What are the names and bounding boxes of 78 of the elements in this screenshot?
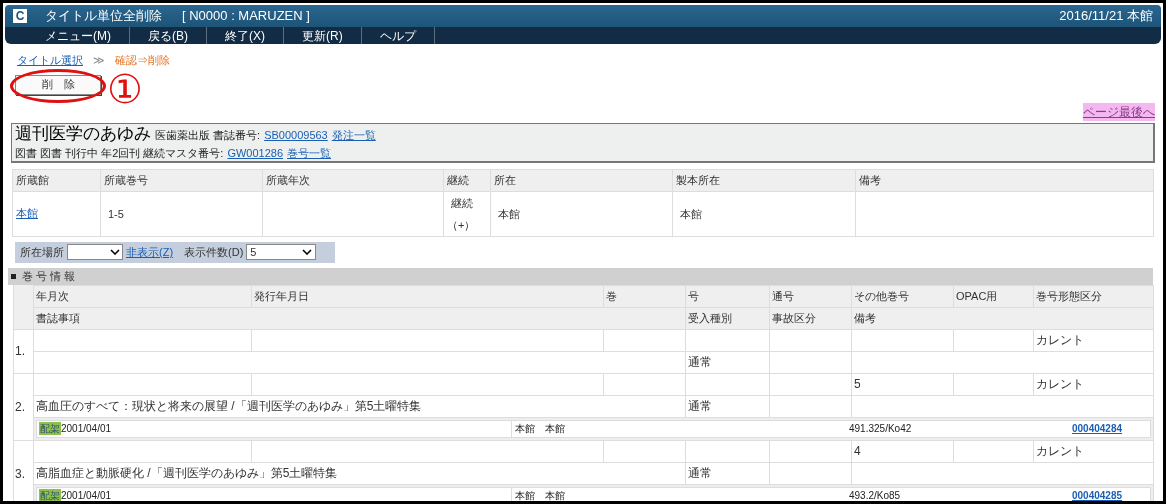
table-cell-text: 1-5 xyxy=(107,207,124,220)
delete-button[interactable]: 削 除 xyxy=(15,74,101,95)
date-branch-label: 2016/11/21 本館 xyxy=(1059,7,1153,26)
chevron-down-icon xyxy=(110,249,120,255)
breadcrumb-separator: ≫ xyxy=(93,53,105,68)
menu-item[interactable]: 終了(X) xyxy=(207,27,284,44)
table-cell: カレント xyxy=(1036,377,1084,391)
location-select[interactable] xyxy=(67,244,123,260)
row-number: 3. xyxy=(15,466,25,481)
square-icon xyxy=(11,273,16,279)
record-link[interactable]: GW001286 xyxy=(227,144,284,161)
column-header: 所在 xyxy=(494,173,516,186)
record-link[interactable]: 発注一覧 xyxy=(331,124,376,145)
publication-title: 週刊医学のあゆみ xyxy=(15,123,151,144)
hide-link[interactable]: 非表示(Z) xyxy=(126,243,174,261)
section-title: 巻 号 情 報 xyxy=(22,268,76,284)
column-header: 通号 xyxy=(772,289,794,302)
table-cell-text: 本館 xyxy=(497,207,520,220)
table-cell: カレント xyxy=(1036,333,1084,347)
count-label: 表示件数(D) xyxy=(184,244,244,260)
row-number: 2. xyxy=(15,399,25,414)
copy-location: 本館 本館 xyxy=(515,422,565,436)
column-header: 製本所在 xyxy=(676,173,720,186)
barcode-link[interactable]: 000404284 xyxy=(1072,421,1123,436)
column-header: 号 xyxy=(688,289,699,302)
chevron-down-icon xyxy=(302,249,313,255)
column-header: 事故区分 xyxy=(772,311,816,324)
copy-location: 本館 本館 xyxy=(515,489,565,501)
column-header: 年月次 xyxy=(36,289,69,302)
table-cell: 4 xyxy=(854,444,861,458)
column-header: 所蔵館 xyxy=(16,173,49,186)
app-logo: C xyxy=(13,9,27,23)
row-number: 1. xyxy=(15,344,25,358)
table-cell: 通常 xyxy=(688,399,712,413)
location-label: 所在場所 xyxy=(20,244,64,260)
copy-date: 2001/04/01 xyxy=(61,489,112,501)
record-info: 図書 図書 刊行中 年2回刊 継続マスタ番号: xyxy=(15,145,224,161)
status-badge: 配架 xyxy=(39,422,61,435)
table-cell: 5 xyxy=(854,377,861,391)
column-header: 所蔵巻号 xyxy=(104,173,148,186)
table-cell: 通常 xyxy=(688,355,712,369)
column-header: 受入種別 xyxy=(688,311,732,324)
menu-item[interactable]: メニュー(M) xyxy=(27,27,130,44)
column-header: 書誌事項 xyxy=(36,311,80,324)
column-header: 備考 xyxy=(859,173,881,186)
barcode-link[interactable]: 000404285 xyxy=(1072,488,1123,501)
context-label: [ N0000 : MARUZEN ] xyxy=(182,7,310,26)
table-cell: 継続（+） xyxy=(447,196,476,231)
table-cell-text: 本館 xyxy=(679,207,702,220)
window-title: タイトル単位全削除 xyxy=(45,7,162,26)
record-info: 医歯薬出版 書誌番号: xyxy=(155,127,261,143)
column-header: 継続 xyxy=(447,173,469,186)
table-cell: 通常 xyxy=(688,466,712,480)
breadcrumb-link[interactable]: タイトル選択 xyxy=(17,52,83,69)
menu-item[interactable]: 更新(R) xyxy=(284,27,362,44)
column-header: その他巻号 xyxy=(854,289,909,302)
table-cell: 高血圧のすべて：現状と将来の展望 /「週刊医学のあゆみ」第5土曜特集 xyxy=(36,399,422,413)
column-header: 巻号形態区分 xyxy=(1036,289,1102,302)
menu-item[interactable]: ヘルプ xyxy=(361,27,435,44)
breadcrumb-current: 確認⇒削除 xyxy=(115,53,170,68)
count-select[interactable]: 5 xyxy=(246,244,317,260)
column-header: 巻 xyxy=(606,289,617,302)
record-link[interactable]: 巻号一覧 xyxy=(287,144,332,161)
table-cell: カレント xyxy=(1036,444,1084,458)
menu-item[interactable]: 戻る(B) xyxy=(130,27,207,44)
page-end-link[interactable]: ページ最後へ xyxy=(1083,102,1155,121)
call-number: 493.2/Ko85 xyxy=(849,489,901,501)
table-cell: 高脂血症と動脈硬化 /「週刊医学のあゆみ」第5土曜特集 xyxy=(36,466,338,480)
copy-date: 2001/04/01 xyxy=(61,422,112,436)
column-header: 所蔵年次 xyxy=(266,173,310,186)
call-number: 491.325/Ko42 xyxy=(849,422,912,436)
annotation-number: ① xyxy=(107,67,143,111)
column-header: OPAC用 xyxy=(956,289,998,302)
status-badge: 配架 xyxy=(39,489,61,501)
column-header: 備考 xyxy=(854,311,876,324)
record-link[interactable]: SB00009563 xyxy=(264,124,328,145)
branch-link[interactable]: 本館 xyxy=(16,207,38,220)
column-header: 発行年月日 xyxy=(254,289,309,302)
